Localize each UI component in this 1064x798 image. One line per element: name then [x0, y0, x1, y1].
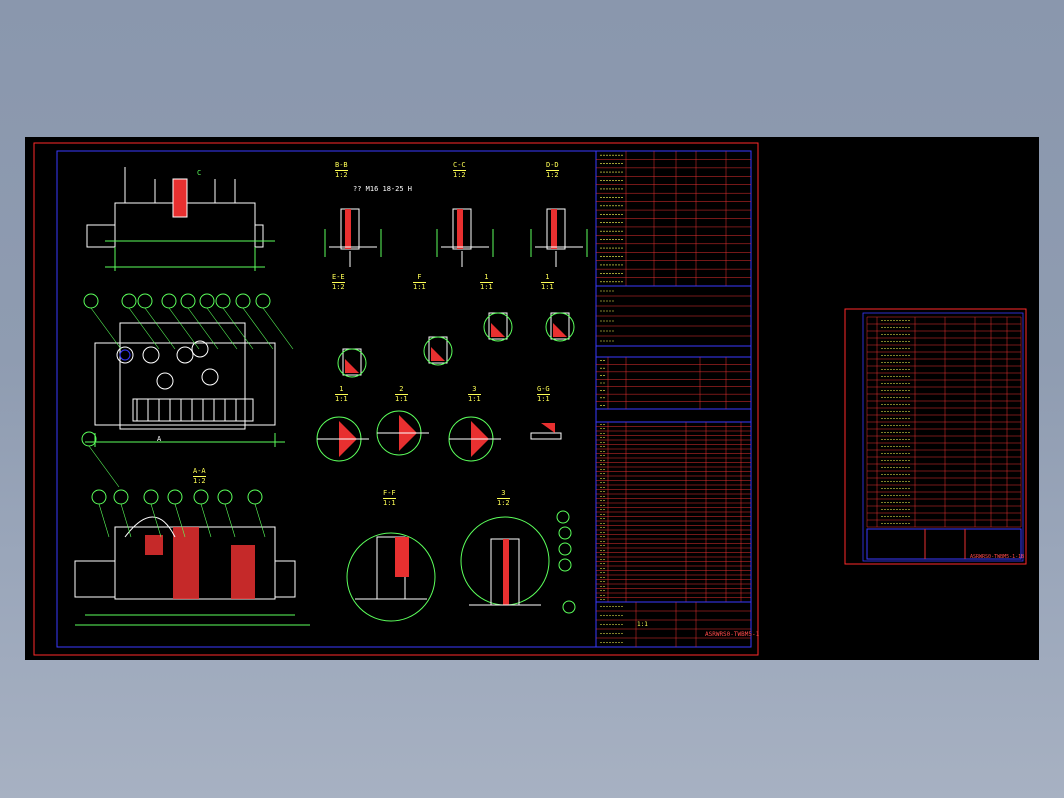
view-c-label: C — [197, 169, 202, 177]
balloon-callout — [161, 293, 177, 309]
section-label-scale: 1:1 — [335, 394, 348, 403]
section-label: 1 1:1 — [335, 385, 348, 404]
section-label: 1 1:1 — [480, 273, 493, 292]
section-label-name: 1 — [545, 273, 550, 281]
side-sheet-frame — [844, 308, 1027, 565]
section-label-scale: 1:2 — [332, 282, 345, 291]
balloon-callout — [193, 489, 209, 505]
balloon-callout — [562, 600, 576, 614]
section-label: G-G 1:1 — [537, 385, 550, 404]
cad-drawing — [33, 142, 1027, 656]
section-label-name: C-C — [453, 161, 466, 169]
section-label-name: F-F — [383, 489, 396, 497]
section-label-name: D-D — [546, 161, 559, 169]
section-label: A-A 1:2 — [193, 467, 206, 486]
balloon-callout — [215, 293, 231, 309]
section-label: 3 1:2 — [497, 489, 510, 508]
section-label-name: 1 — [484, 273, 489, 281]
section-label-name: B-B — [335, 161, 348, 169]
parts-table — [595, 356, 752, 410]
section-ff-circle — [346, 532, 436, 622]
balloon-callout — [167, 489, 183, 505]
section-label: 3 1:1 — [468, 385, 481, 404]
balloon-callout — [235, 293, 251, 309]
section-label: F-F 1:1 — [383, 489, 396, 508]
section-label-name: 2 — [399, 385, 404, 393]
balloon-callout — [558, 526, 572, 540]
section-label-name: G-G — [537, 385, 550, 393]
side-sheet-table — [866, 316, 1022, 560]
cad-drawing-canvas[interactable]: B-B 1:2 C-C 1:2 D-D 1:2 E-E 1:2 F 1:1 1 1:1 1 1:1 1 1:1… — [25, 137, 1039, 660]
balloon-callout — [558, 558, 572, 572]
balloon-callout — [91, 489, 107, 505]
section-label-scale: 1:2 — [453, 170, 466, 179]
section-label-name: F — [417, 273, 422, 281]
section-label-name: 3 — [472, 385, 477, 393]
balloon-callout — [113, 489, 129, 505]
section-label: E-E 1:2 — [332, 273, 345, 292]
section-label-scale: 1:1 — [468, 394, 481, 403]
balloon-callout — [556, 510, 570, 524]
balloon-callout — [558, 542, 572, 556]
balloon-callout — [81, 431, 97, 447]
section-label-scale: 1:2 — [497, 498, 510, 507]
section-label-scale: 1:1 — [480, 282, 493, 291]
balloon-callout — [121, 293, 137, 309]
parts-tables — [595, 150, 752, 648]
section-label: 2 1:1 — [395, 385, 408, 404]
section-label-name: 3 — [501, 489, 506, 497]
section-label-scale: 1:1 — [413, 282, 426, 291]
section-label: 1 1:1 — [541, 273, 554, 292]
section-label-scale: 1:2 — [546, 170, 559, 179]
balloon-callout — [255, 293, 271, 309]
title-drawing-no: ASRWRS0-TWBM5-1 — [705, 631, 760, 638]
section-label-name: E-E — [332, 273, 345, 281]
balloon-callout — [83, 293, 99, 309]
view-a-label: A — [157, 435, 162, 443]
balloon-callout — [143, 489, 159, 505]
balloon-callout — [217, 489, 233, 505]
balloon-callout — [137, 293, 153, 309]
plan-view-body — [94, 342, 276, 426]
section-label-scale: 1:1 — [537, 394, 550, 403]
top-view-hatch — [172, 178, 188, 218]
title-scale: 1:1 — [637, 621, 648, 628]
balloon-callout — [180, 293, 196, 309]
side-drawing-no: ASRWRS0-TWBM5-1-1B — [970, 554, 1025, 560]
section-label-scale: 1:1 — [541, 282, 554, 291]
section-label-scale: 1:1 — [383, 498, 396, 507]
section-label: F 1:1 — [413, 273, 426, 292]
section-label: C-C 1:2 — [453, 161, 466, 180]
balloon-callout — [199, 293, 215, 309]
section-label-name: 1 — [339, 385, 344, 393]
section-label: D-D 1:2 — [546, 161, 559, 180]
section-label-scale: 1:1 — [395, 394, 408, 403]
section-label-name: A-A — [193, 467, 206, 475]
balloon-callout — [247, 489, 263, 505]
thread-callout: ?? M16 18-25 H — [353, 185, 413, 193]
drawing-geometry — [74, 167, 588, 626]
section-label-scale: 1:2 — [335, 170, 348, 179]
section-label: B-B 1:2 — [335, 161, 348, 180]
section-label-scale: 1:2 — [193, 476, 206, 485]
